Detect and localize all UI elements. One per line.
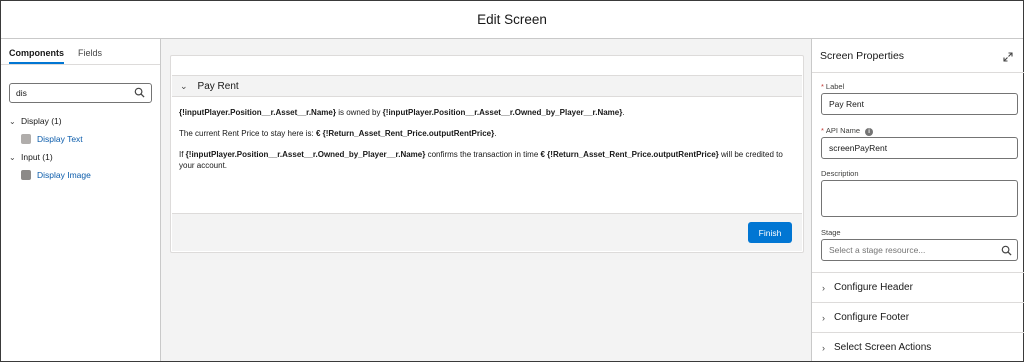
field-label-text: Stage [821,228,841,237]
tree-group-input[interactable]: ⌄ Input (1) [9,148,159,166]
field-label-text: Label [825,82,845,91]
tab-fields[interactable]: Fields [78,39,102,64]
component-item-display-text[interactable]: Display Text [9,130,159,148]
api-name-field-label: * API Name i [821,126,874,136]
component-tree: ⌄ Display (1) Display Text ⌄ Input (1) D… [9,112,159,184]
merge-field: {!inputPlayer.Position__r.Asset__r.Owned… [185,150,426,159]
section-title: Pay Rent [197,80,239,92]
screen-properties-panel: Screen Properties * Label Pay Rent * API N… [811,39,1024,362]
merge-field: {!inputPlayer.Position__r.Asset__r.Owned… [382,108,623,117]
accordion-configure-header[interactable]: › Configure Header [812,272,1024,302]
text-line-1: {!inputPlayer.Position__r.Asset__r.Name}… [179,107,799,118]
expand-icon[interactable] [1003,52,1013,62]
field-label-text: Description [821,169,859,178]
accordion-label: Select Screen Actions [834,342,932,353]
search-value: dis [16,88,27,98]
finish-button[interactable]: Finish [748,222,792,243]
text-span: . [494,129,497,138]
screen-canvas: ⌄ Pay Rent {!inputPlayer.Position__r.Ass… [161,39,811,361]
label-field[interactable]: Pay Rent [821,93,1018,115]
tree-group-label: Display (1) [21,116,62,126]
required-marker: * [821,82,824,91]
divider [812,72,1024,73]
component-item-label: Display Image [37,170,91,180]
display-text-icon [21,134,31,144]
display-text-component[interactable]: {!inputPlayer.Position__r.Asset__r.Name}… [179,107,799,181]
page-title: Edit Screen [477,12,547,27]
accordion-label: Configure Footer [834,312,910,323]
chevron-down-icon: ⌄ [9,116,16,126]
stage-field-label: Stage [821,228,841,237]
search-icon [134,87,145,98]
tab-components[interactable]: Components [9,39,64,64]
panel-title: Screen Properties [820,50,905,62]
display-image-icon [21,170,31,180]
section-pay-rent[interactable]: ⌄ Pay Rent [172,75,802,97]
merge-field: € {!Return_Asset_Rent_Price.outputRentPr… [315,129,495,138]
tree-group-display[interactable]: ⌄ Display (1) [9,112,159,130]
edit-screen-window: Edit Screen Components Fields dis ⌄ Disp… [0,0,1024,362]
merge-field: {!inputPlayer.Position__r.Asset__r.Name} [179,108,336,117]
merge-field: € {!Return_Asset_Rent_Price.outputRentPr… [540,150,719,159]
chevron-right-icon: › [822,312,825,323]
components-panel: Components Fields dis ⌄ Display (1) Disp… [1,39,161,361]
modal-header: Edit Screen [1,1,1023,39]
chevron-down-icon: ⌄ [180,80,188,91]
component-item-label: Display Text [37,134,83,144]
text-span: confirms the transaction in time [425,150,541,159]
component-item-display-image[interactable]: Display Image [9,166,159,184]
text-span: . [622,108,625,117]
text-line-3: If {!inputPlayer.Position__r.Asset__r.Ow… [179,149,799,171]
info-icon[interactable]: i [865,128,874,136]
accordion-configure-footer[interactable]: › Configure Footer [812,302,1024,332]
field-placeholder: Select a stage resource... [829,245,926,255]
panel-tabs: Components Fields [1,39,160,65]
field-label-text: API Name [825,126,861,135]
field-value: screenPayRent [829,143,888,153]
screen-footer: Finish [172,213,802,251]
chevron-right-icon: › [822,282,825,293]
chevron-right-icon: › [822,342,825,353]
text-span: is owned by [335,108,383,117]
stage-search-input[interactable]: Select a stage resource... [821,239,1018,261]
screen-preview[interactable]: ⌄ Pay Rent {!inputPlayer.Position__r.Ass… [170,55,804,253]
required-marker: * [821,126,824,135]
accordion-label: Configure Header [834,282,913,293]
accordion-select-screen-actions[interactable]: › Select Screen Actions [812,332,1024,362]
description-field-label: Description [821,169,859,178]
tree-group-label: Input (1) [21,152,53,162]
chevron-down-icon: ⌄ [9,152,16,162]
text-span: The current Rent Price to stay here is: [179,129,316,138]
description-textarea[interactable] [821,180,1018,217]
component-search-input[interactable]: dis [9,83,152,103]
text-line-2: The current Rent Price to stay here is: … [179,128,799,139]
label-field-label: * Label [821,82,844,91]
text-span: If [179,150,186,159]
field-value: Pay Rent [829,99,864,109]
search-icon [1001,245,1012,256]
api-name-field[interactable]: screenPayRent [821,137,1018,159]
